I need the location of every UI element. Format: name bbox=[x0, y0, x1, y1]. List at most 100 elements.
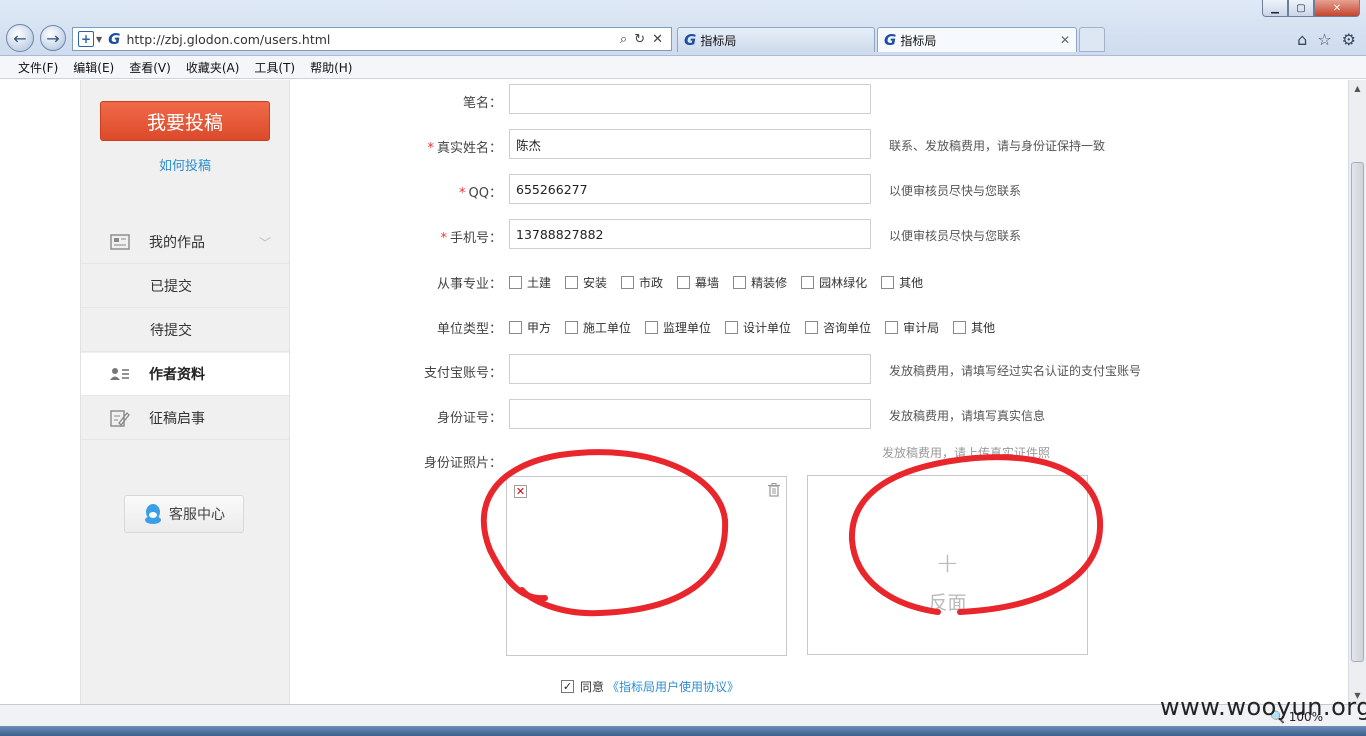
sidebar-item-pending[interactable]: 待提交 bbox=[81, 309, 289, 352]
new-tab-button[interactable] bbox=[1079, 27, 1105, 52]
checkbox-label: 市政 bbox=[639, 276, 664, 290]
checkbox-box[interactable] bbox=[509, 276, 522, 289]
minimize-icon[interactable]: ▁ bbox=[1262, 0, 1288, 17]
favorites-star-icon[interactable]: ☆ bbox=[1317, 30, 1331, 49]
alipay-label: 支付宝账号： bbox=[392, 362, 502, 381]
checkbox-box[interactable] bbox=[725, 321, 739, 334]
checkbox-unit-design[interactable]: 设计单位 bbox=[725, 319, 791, 336]
sidebar-item-label: 作者资料 bbox=[149, 367, 205, 383]
checkbox-profession-install[interactable]: 安装 bbox=[565, 274, 607, 291]
id-number-label: 身份证号： bbox=[392, 407, 502, 426]
tab-title: 指标局 bbox=[900, 33, 937, 48]
phone-hint: 以便审核员尽快与您联系 bbox=[889, 229, 1022, 243]
menu-file[interactable]: 文件(F) bbox=[18, 59, 58, 76]
menu-favorites[interactable]: 收藏夹(A) bbox=[186, 59, 240, 76]
url-text[interactable]: http://zbj.glodon.com/users.html bbox=[126, 32, 619, 47]
refresh-icon[interactable]: ↻ bbox=[634, 32, 645, 47]
sidebar-item-submitted[interactable]: 已提交 bbox=[81, 265, 289, 308]
agreement-checkbox[interactable]: ✓ bbox=[561, 680, 574, 693]
user-agreement-link[interactable]: 《指标局用户使用协议》 bbox=[607, 678, 739, 695]
label-text: QQ： bbox=[468, 186, 502, 201]
checkbox-unit-supervision[interactable]: 监理单位 bbox=[645, 319, 711, 336]
real-name-label: * 真实姓名： bbox=[392, 137, 502, 156]
search-icon[interactable]: ⌕ bbox=[620, 32, 627, 47]
customer-service-button[interactable]: 客服中心 bbox=[124, 495, 244, 533]
scroll-thumb[interactable] bbox=[1351, 162, 1364, 662]
browser-tab-2[interactable]: G 指标局 ✕ bbox=[877, 27, 1077, 52]
address-bar[interactable]: + ▼ G http://zbj.glodon.com/users.html ⌕… bbox=[72, 27, 672, 51]
sidebar: 我要投稿 如何投稿 我的作品 ﹀ 已提交 待提交 作者资料 征稿启事 客服中心 bbox=[80, 80, 290, 704]
sidebar-item-call-for-papers[interactable]: 征稿启事 bbox=[81, 397, 289, 440]
checkbox-unit-audit[interactable]: 审计局 bbox=[885, 319, 939, 336]
stop-icon[interactable]: ✕ bbox=[652, 32, 663, 47]
checkbox-profession-civil[interactable]: 土建 bbox=[509, 274, 551, 291]
id-photo-hint: 发放稿费用，请上传真实证件照 bbox=[882, 446, 1051, 460]
checkbox-profession-curtain-wall[interactable]: 幕墙 bbox=[677, 274, 719, 291]
checkbox-label: 安装 bbox=[583, 276, 608, 290]
id-photo-back-upload[interactable]: + 反面 bbox=[807, 475, 1088, 655]
alipay-input[interactable] bbox=[509, 354, 871, 384]
menu-view[interactable]: 查看(V) bbox=[129, 59, 171, 76]
id-number-input[interactable] bbox=[509, 399, 871, 429]
checkbox-profession-other[interactable]: 其他 bbox=[881, 274, 923, 291]
checkbox-box[interactable] bbox=[621, 276, 635, 289]
trash-icon[interactable] bbox=[768, 483, 780, 497]
checkbox-unit-owner[interactable]: 甲方 bbox=[509, 319, 551, 336]
tab-favicon-icon: G bbox=[884, 31, 897, 49]
profession-checkboxes: 土建 安装 市政 幕墙 精装修 园林绿化 其他 bbox=[509, 274, 937, 291]
scroll-up-icon[interactable]: ▲ bbox=[1349, 80, 1366, 97]
broken-image-icon: ✕ bbox=[514, 485, 527, 498]
window-controls: ▁ ▢ ✕ bbox=[1262, 0, 1360, 17]
home-icon[interactable]: ⌂ bbox=[1297, 30, 1307, 49]
checkbox-box[interactable] bbox=[565, 276, 579, 289]
checkbox-unit-construction[interactable]: 施工单位 bbox=[565, 319, 631, 336]
checkbox-box[interactable] bbox=[509, 321, 522, 334]
back-arrow-icon[interactable]: ← bbox=[6, 24, 34, 52]
checkbox-label: 园林绿化 bbox=[819, 276, 868, 290]
real-name-input[interactable]: 陈杰 bbox=[509, 129, 871, 159]
checkbox-box[interactable] bbox=[677, 276, 691, 289]
page-content: 我要投稿 如何投稿 我的作品 ﹀ 已提交 待提交 作者资料 征稿启事 客服中心 … bbox=[0, 80, 1348, 704]
checkbox-profession-municipal[interactable]: 市政 bbox=[621, 274, 663, 291]
menu-bar: 文件(F) 编辑(E) 查看(V) 收藏夹(A) 工具(T) 帮助(H) bbox=[0, 56, 1366, 79]
menu-edit[interactable]: 编辑(E) bbox=[73, 59, 114, 76]
howto-link[interactable]: 如何投稿 bbox=[81, 155, 289, 174]
sidebar-item-my-works[interactable]: 我的作品 ﹀ bbox=[81, 221, 289, 264]
qq-input[interactable]: 655266277 bbox=[509, 174, 871, 204]
caret-down-icon[interactable]: ▼ bbox=[96, 35, 102, 44]
sidebar-item-author-profile[interactable]: 作者资料 bbox=[81, 353, 289, 396]
menu-tools[interactable]: 工具(T) bbox=[254, 59, 295, 76]
vertical-scrollbar[interactable]: ▲ ▼ bbox=[1348, 80, 1366, 704]
checkbox-unit-consulting[interactable]: 咨询单位 bbox=[805, 319, 871, 336]
pen-name-input[interactable] bbox=[509, 84, 871, 114]
menu-help[interactable]: 帮助(H) bbox=[310, 59, 352, 76]
checkbox-box[interactable] bbox=[953, 321, 967, 334]
checkbox-box[interactable] bbox=[801, 276, 815, 289]
id-photo-front-upload[interactable]: ✕ bbox=[506, 476, 787, 656]
browser-tab-1[interactable]: G 指标局 bbox=[677, 27, 875, 52]
checkbox-box[interactable] bbox=[645, 321, 659, 334]
checkbox-box[interactable] bbox=[565, 321, 579, 334]
required-mark: * bbox=[427, 141, 434, 156]
unit-type-label: 单位类型： bbox=[392, 318, 502, 337]
checkbox-box[interactable] bbox=[805, 321, 819, 334]
forward-arrow-icon[interactable]: → bbox=[40, 25, 66, 51]
checkbox-box[interactable] bbox=[733, 276, 747, 289]
checkbox-profession-landscape[interactable]: 园林绿化 bbox=[801, 274, 867, 291]
add-site-icon[interactable]: + bbox=[78, 31, 94, 47]
browser-title-bar: ▁ ▢ ✕ ← → + ▼ G http://zbj.glodon.com/us… bbox=[0, 0, 1366, 56]
gear-icon[interactable]: ⚙ bbox=[1342, 30, 1356, 49]
checkbox-label: 审计局 bbox=[903, 321, 940, 335]
checkbox-box[interactable] bbox=[881, 276, 895, 289]
maximize-icon[interactable]: ▢ bbox=[1288, 0, 1314, 17]
pen-name-label: 笔名： bbox=[392, 92, 502, 111]
checkbox-unit-other[interactable]: 其他 bbox=[953, 319, 995, 336]
close-window-icon[interactable]: ✕ bbox=[1314, 0, 1360, 17]
real-name-hint: 联系、发放稿费用，请与身份证保持一致 bbox=[889, 139, 1106, 153]
chevron-down-icon: ﹀ bbox=[258, 235, 271, 250]
phone-input[interactable]: 13788827882 bbox=[509, 219, 871, 249]
close-tab-icon[interactable]: ✕ bbox=[1060, 33, 1070, 47]
submit-article-button[interactable]: 我要投稿 bbox=[100, 101, 270, 141]
checkbox-profession-decoration[interactable]: 精装修 bbox=[733, 274, 787, 291]
checkbox-box[interactable] bbox=[885, 321, 899, 334]
